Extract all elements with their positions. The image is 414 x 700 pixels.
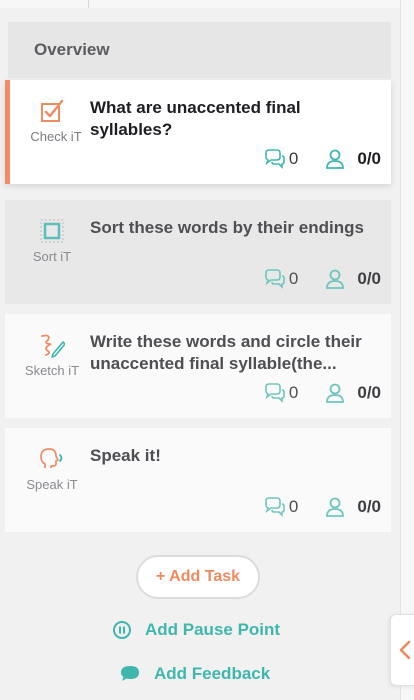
task-stats: 0 0/0: [264, 148, 381, 170]
add-feedback-button[interactable]: Add Feedback: [120, 664, 270, 684]
students-stat[interactable]: 0/0: [324, 496, 381, 518]
comments-stat[interactable]: 0: [264, 382, 324, 404]
overview-header[interactable]: Overview: [8, 22, 391, 78]
task-card-check-it[interactable]: Check iT What are unaccented final sylla…: [5, 80, 391, 184]
task-title: Speak it!: [90, 446, 161, 465]
task-card-speak-it[interactable]: Speak iT Speak it! 0 0/0: [5, 428, 391, 532]
comments-count: 0: [288, 149, 299, 168]
students-stat[interactable]: 0/0: [324, 148, 381, 170]
comments-stat[interactable]: 0: [264, 496, 324, 518]
task-stats: 0 0/0: [264, 382, 381, 404]
add-feedback-label: Add Feedback: [154, 664, 271, 683]
user-icon: [326, 269, 345, 289]
add-pause-point-button[interactable]: Add Pause Point: [113, 620, 280, 640]
comments-icon: [265, 149, 285, 169]
students-stat[interactable]: 0/0: [324, 382, 381, 404]
collapse-panel-button[interactable]: [390, 614, 414, 686]
add-pause-point-label: Add Pause Point: [145, 620, 281, 639]
task-title: Write these words and circle their unacc…: [90, 332, 362, 373]
task-type-label: Speak iT: [26, 477, 78, 492]
overview-label: Overview: [34, 40, 110, 59]
students-count: 0/0: [357, 149, 381, 168]
sort-it-icon: [40, 219, 64, 243]
task-card-sketch-it[interactable]: Sketch iT Write these words and circle t…: [5, 314, 391, 418]
task-type-label: Check iT: [30, 129, 82, 144]
comments-count: 0: [288, 269, 299, 288]
user-icon: [326, 497, 345, 517]
comments-stat[interactable]: 0: [264, 268, 324, 290]
task-stats: 0 0/0: [264, 496, 381, 518]
speak-it-icon: [40, 448, 63, 468]
add-task-button[interactable]: + Add Task: [136, 555, 260, 599]
task-type-label: Sort iT: [32, 249, 72, 264]
task-card-sort-it[interactable]: Sort iT Sort these words by their ending…: [5, 200, 391, 304]
task-type-label: Sketch iT: [24, 363, 80, 378]
chevron-left-icon: [399, 640, 411, 660]
pause-circle-icon: [113, 621, 131, 639]
comments-icon: [265, 269, 285, 289]
task-title: What are unaccented final syllables?: [90, 98, 301, 139]
top-strip: [0, 0, 400, 8]
students-count: 0/0: [357, 383, 381, 402]
right-rail: [400, 0, 414, 700]
students-count: 0/0: [357, 497, 381, 516]
comments-icon: [265, 497, 285, 517]
user-icon: [326, 383, 345, 403]
comments-count: 0: [288, 383, 299, 402]
students-stat[interactable]: 0/0: [324, 268, 381, 290]
task-title: Sort these words by their endings: [90, 218, 364, 237]
comments-count: 0: [288, 497, 299, 516]
comments-stat[interactable]: 0: [264, 148, 324, 170]
task-stats: 0 0/0: [264, 268, 381, 290]
students-count: 0/0: [357, 269, 381, 288]
check-it-icon: [41, 99, 64, 122]
sketch-it-icon: [41, 334, 65, 358]
speech-bubble-icon: [121, 666, 139, 681]
user-icon: [326, 149, 345, 169]
divider: [88, 0, 89, 8]
comments-icon: [265, 383, 285, 403]
